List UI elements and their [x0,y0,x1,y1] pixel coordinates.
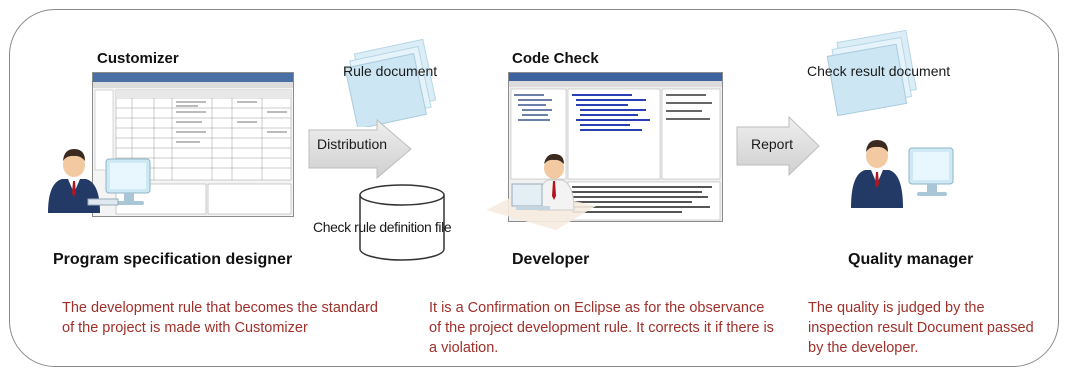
code-check-title: Code Check [512,50,599,67]
quality-manager-person-icon [843,128,958,213]
distribution-label: Distribution [317,136,388,152]
designer-role-label: Program specification designer [53,251,293,268]
quality-manager-role-label: Quality manager [848,251,974,268]
check-result-document-label: Check result document [807,63,951,79]
developer-role-label: Developer [512,251,590,268]
quality-manager-description: The quality is judged by the inspection … [808,300,1034,356]
report-label: Report [751,136,794,152]
check-rule-file-label: Check rule definition file [313,219,452,235]
rule-document-label: Rule document [343,63,438,79]
designer-description: The development rule that becomes the st… [62,300,378,336]
designer-person-icon [40,135,155,217]
developer-description: It is a Confirmation on Eclipse as for t… [429,300,774,356]
customizer-title: Customizer [97,50,179,67]
developer-person-icon [486,150,596,230]
